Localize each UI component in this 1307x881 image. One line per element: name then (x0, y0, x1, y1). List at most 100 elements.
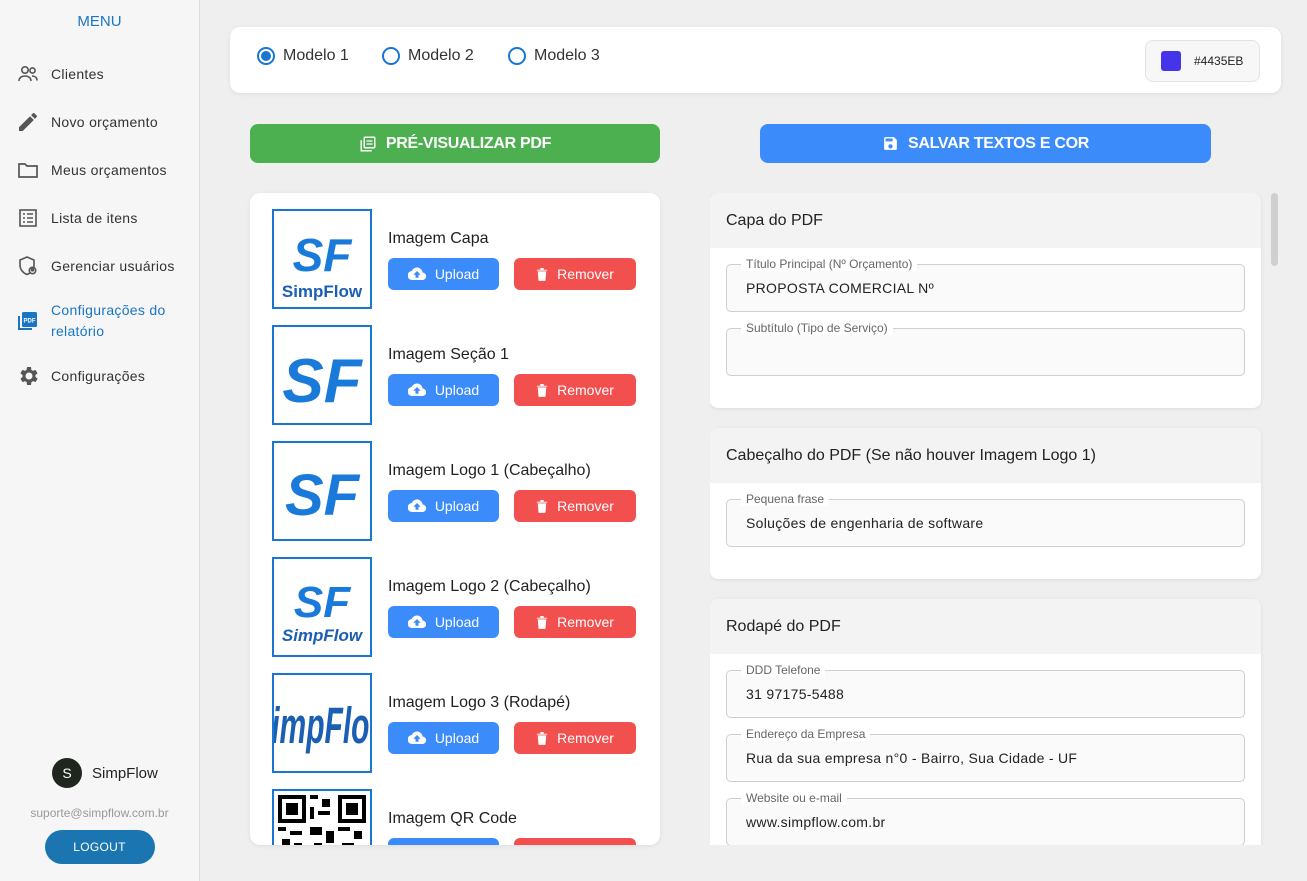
phone-field[interactable]: DDD Telefone 31 97175-5488 (726, 663, 1245, 718)
upload-button[interactable]: Upload (388, 374, 499, 406)
cloud-upload-icon (407, 267, 426, 281)
trash-icon (536, 616, 548, 629)
image-label: Imagem Logo 2 (Cabeçalho) (388, 578, 591, 595)
remove-label: Remover (557, 730, 614, 746)
cloud-upload-icon (407, 499, 426, 513)
sidebar-item-configuracoes[interactable]: Configurações (0, 352, 199, 400)
user-name: SimpFlow (92, 764, 158, 782)
sidebar-item-clientes[interactable]: Clientes (0, 50, 199, 98)
sidebar-item-novo-orcamento[interactable]: Novo orçamento (0, 98, 199, 146)
user-row: S SimpFlow (0, 757, 199, 789)
main-title-field[interactable]: Título Principal (Nº Orçamento) PROPOSTA… (726, 257, 1245, 312)
sidebar-item-label: Configurações do relatório (51, 302, 166, 339)
color-hex-label: #4435EB (1194, 54, 1244, 68)
upload-button[interactable]: Upload (388, 258, 499, 290)
save-texts-color-button[interactable]: SALVAR TEXTOS E COR (760, 124, 1211, 163)
radio-checked-icon (257, 47, 275, 65)
radio-modelo-3[interactable]: Modelo 3 (508, 46, 600, 66)
scrollbar-thumb[interactable] (1271, 193, 1278, 266)
image-label: Imagem Logo 1 (Cabeçalho) (388, 462, 591, 479)
image-label: Imagem Seção 1 (388, 346, 509, 363)
cloud-upload-icon (407, 731, 426, 745)
upload-label: Upload (434, 730, 480, 746)
remove-button[interactable]: Remover (514, 374, 636, 406)
trash-icon (536, 384, 548, 397)
trash-icon (536, 268, 548, 281)
menu-title: MENU (77, 13, 122, 30)
svg-text:SF: SF (293, 229, 354, 281)
radio-unchecked-icon (382, 47, 400, 65)
remove-button[interactable]: Remover (514, 722, 636, 754)
subtitle-field[interactable]: Subtítulo (Tipo de Serviço) (726, 321, 1245, 376)
svg-text:PDF: PDF (24, 319, 36, 325)
upload-button[interactable]: Upload (388, 722, 499, 754)
sidebar-item-label: Gerenciar usuários (51, 257, 175, 274)
image-row-secao-1: SF Imagem Seção 1 Upload Remover (272, 325, 642, 425)
model-selector-bar: Modelo 1 Modelo 2 Modelo 3 #4435EB (230, 27, 1281, 93)
upload-label: Upload (434, 382, 480, 398)
preview-pdf-button[interactable]: PRÉ-VISUALIZAR PDF (250, 124, 660, 163)
upload-button[interactable]: Upload (388, 606, 499, 638)
remove-button[interactable]: Remover (514, 490, 636, 522)
cover-section: Capa do PDF Título Principal (Nº Orçamen… (710, 193, 1261, 408)
field-label: Título Principal (Nº Orçamento) (741, 257, 918, 271)
upload-button[interactable]: Upload (388, 838, 499, 845)
remove-label: Remover (557, 382, 614, 398)
gear-icon (16, 364, 40, 388)
website-field[interactable]: Website ou e-mail www.simpflow.com.br (726, 791, 1245, 845)
user-email: suporte@simpflow.com.br (30, 806, 169, 820)
sidebar-item-label: Meus orçamentos (51, 161, 167, 178)
address-field[interactable]: Endereço da Empresa Rua da sua empresa n… (726, 727, 1245, 782)
field-value: www.simpflow.com.br (746, 814, 886, 830)
sidebar-item-label: Novo orçamento (51, 113, 158, 130)
remove-button[interactable]: Remover (514, 258, 636, 290)
radio-label: Modelo 1 (283, 47, 349, 64)
color-picker[interactable]: #4435EB (1145, 40, 1260, 82)
field-label: Subtítulo (Tipo de Serviço) (741, 321, 893, 335)
sidebar-item-meus-orcamentos[interactable]: Meus orçamentos (0, 146, 199, 194)
users-icon (16, 62, 40, 86)
remove-button[interactable]: Remover (514, 606, 636, 638)
image-row-capa: SF SimpFlow Imagem Capa Upload Remover (272, 209, 642, 309)
sidebar-item-label: Lista de itens (51, 209, 138, 226)
field-label: Endereço da Empresa (741, 727, 871, 741)
remove-label: Remover (557, 614, 614, 630)
images-panel: SF SimpFlow Imagem Capa Upload Remover SF… (250, 193, 660, 845)
short-phrase-field[interactable]: Pequena frase Soluções de engenharia de … (726, 492, 1245, 547)
section-title: Rodapé do PDF (710, 599, 1261, 654)
image-label: Imagem Logo 3 (Rodapé) (388, 694, 571, 711)
user-shield-icon (16, 254, 40, 278)
user-block: S SimpFlow suporte@simpflow.com.br LOGOU… (0, 757, 199, 864)
image-thumbnail: SF SimpFlow (272, 557, 372, 657)
save-texts-color-label: SALVAR TEXTOS E COR (908, 134, 1089, 152)
field-value: Soluções de engenharia de software (746, 515, 984, 531)
trash-icon (536, 732, 548, 745)
radio-modelo-2[interactable]: Modelo 2 (382, 46, 474, 66)
field-label: DDD Telefone (741, 663, 826, 677)
upload-label: Upload (434, 266, 480, 282)
sidebar-item-lista-de-itens[interactable]: Lista de itens (0, 194, 199, 242)
remove-button[interactable]: Remover (514, 838, 636, 845)
sidebar-item-gerenciar-usuarios[interactable]: Gerenciar usuários (0, 242, 199, 290)
logout-button[interactable]: LOGOUT (44, 830, 155, 864)
image-thumbnail: SF SimpFlow (272, 209, 372, 309)
image-row-qr-code: Imagem QR Code Upload Remover (272, 789, 642, 845)
radio-label: Modelo 3 (534, 47, 600, 64)
pdf-preview-icon (360, 136, 376, 151)
field-label: Pequena frase (741, 492, 830, 506)
svg-text:SF: SF (294, 578, 351, 627)
radio-unchecked-icon (508, 47, 526, 65)
radio-label: Modelo 2 (408, 47, 474, 64)
sidebar-item-label: Configurações (51, 367, 146, 384)
field-value: 31 97175-5488 (746, 686, 845, 702)
image-thumbnail: SF (272, 325, 372, 425)
image-thumbnail: SimpFlow (272, 673, 372, 773)
preview-pdf-label: PRÉ-VISUALIZAR PDF (385, 134, 552, 152)
remove-label: Remover (557, 266, 614, 282)
radio-modelo-1[interactable]: Modelo 1 (257, 46, 349, 66)
sidebar-item-configuracoes-relatorio[interactable]: PDF Configurações do relatório (0, 290, 199, 352)
color-swatch (1161, 51, 1181, 71)
upload-button[interactable]: Upload (388, 490, 499, 522)
save-icon (884, 137, 897, 150)
svg-text:SF: SF (285, 463, 361, 528)
